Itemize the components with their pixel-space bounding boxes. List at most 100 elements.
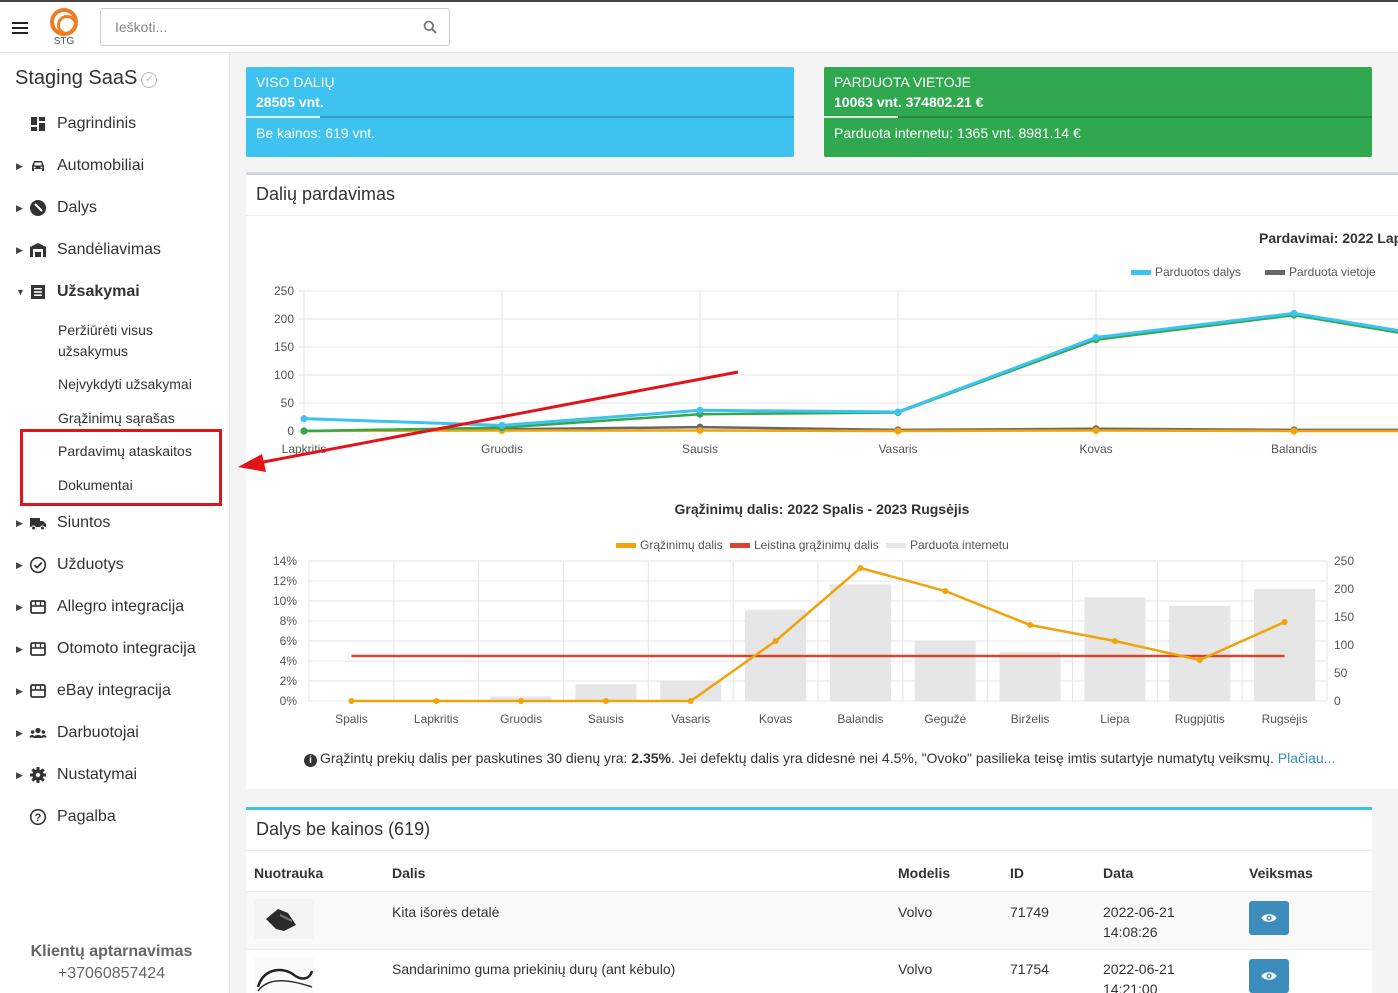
legend-label: Parduota internetu	[910, 538, 1009, 552]
nav-item-otomoto[interactable]: ▶ Otomoto integracija	[0, 634, 229, 666]
data-point	[1196, 657, 1203, 663]
stat-value: 10063 vnt. 374802.21 €	[834, 94, 984, 110]
search-input[interactable]	[101, 9, 401, 45]
highlight-box	[20, 429, 222, 506]
nav-label: Allegro integracija	[57, 598, 185, 615]
sidebar: Staging SaaS ✓ Pagrindinis ▶ Automobiliai…	[0, 53, 230, 993]
column-header: Data	[1103, 865, 1134, 881]
nav-item-siuntos[interactable]: ▶ Siuntos	[0, 508, 229, 540]
nav-item-sandeliavimas[interactable]: ▶ Sandėliavimas	[0, 235, 229, 267]
nav-item-automobiliai[interactable]: ▶ Automobiliai	[0, 151, 229, 183]
nav-label: Darbuotojai	[57, 724, 139, 741]
data-point	[696, 406, 704, 414]
nav-item-nustatymai[interactable]: ▶ Nustatymai	[0, 760, 229, 792]
submenu-item-all-orders[interactable]: Peržiūrėti visus užsakymus	[58, 320, 223, 362]
nav-label: Otomoto integracija	[57, 640, 196, 657]
sales-panel: Dalių pardavimas Pardavimai: 2022 Lapk Pa…	[246, 172, 1398, 789]
nav-item-uzsakymai[interactable]: ▼ Užsakymai	[0, 277, 229, 309]
data-point	[687, 698, 694, 704]
series-line	[303, 311, 1398, 427]
stat-value: 28505 vnt.	[256, 94, 324, 110]
caret-right-icon: ▶	[16, 686, 23, 696]
eye-icon	[1261, 972, 1277, 980]
part-photo[interactable]	[254, 957, 314, 993]
logo[interactable]: STG	[48, 8, 80, 48]
info-icon: i	[304, 754, 317, 767]
y-tick-label: 100	[274, 368, 294, 382]
part-name: Kita išorės detalė	[392, 904, 500, 920]
stat-title: VISO DALIŲ	[256, 74, 335, 90]
nav-item-pagalba[interactable]: ? Pagalba	[0, 802, 229, 834]
brand-title: Staging SaaS ✓	[15, 67, 158, 90]
y-right-tick-label: 100	[1334, 638, 1354, 652]
eye-icon	[1261, 914, 1277, 922]
gear-icon	[30, 767, 46, 783]
nav-label: Siuntos	[57, 514, 111, 531]
y-right-tick-label: 250	[1334, 554, 1354, 568]
y-right-tick-label: 200	[1334, 582, 1354, 596]
caret-right-icon: ▶	[16, 203, 23, 213]
data-point	[894, 408, 902, 416]
y-left-tick-label: 6%	[280, 634, 298, 648]
y-left-tick-label: 14%	[273, 554, 297, 568]
check-circle-icon	[29, 556, 47, 574]
hamburger-menu-icon[interactable]	[12, 20, 28, 36]
part-model: Volvo	[898, 961, 933, 977]
bar	[1254, 589, 1316, 701]
y-tick-label: 0	[287, 424, 294, 438]
data-point	[772, 638, 779, 644]
part-time: 14:08:26	[1103, 924, 1158, 940]
nav-label: eBay integracija	[57, 682, 171, 699]
data-point	[498, 421, 506, 429]
store-icon	[30, 642, 46, 656]
chart-title: Grąžinimų dalis: 2022 Spalis - 2023 Rugs…	[675, 501, 970, 517]
x-tick-label: Gruodis	[481, 442, 523, 456]
returns-note: i Grąžintų prekių dalis per paskutines 30…	[304, 750, 1335, 767]
view-button[interactable]	[1249, 959, 1289, 993]
nav-item-dalys[interactable]: ▶ Dalys	[0, 193, 229, 225]
submenu-item-unfulfilled-orders[interactable]: Neįvykdyti užsakymai	[58, 374, 223, 395]
support-phone[interactable]: +37060857424	[0, 965, 223, 983]
x-tick-label: Gegužė	[924, 712, 966, 726]
bar	[914, 641, 976, 701]
y-left-tick-label: 2%	[280, 674, 298, 688]
users-icon	[29, 727, 47, 738]
x-tick-label: Rugpjūtis	[1175, 712, 1225, 726]
x-tick-label: Kovas	[1079, 442, 1112, 456]
note-prefix: Grąžintų prekių dalis per paskutines 30 …	[320, 750, 632, 766]
legend-label: Parduota vietoje	[1289, 265, 1376, 279]
caret-right-icon: ▶	[16, 728, 23, 738]
x-tick-label: Birželis	[1011, 712, 1050, 726]
table-row: Sandarinimo guma priekinių durų (ant kėb…	[246, 949, 1372, 993]
verified-icon: ✓	[141, 72, 158, 88]
panel-title: Dalių pardavimas	[256, 184, 396, 204]
nav-item-uzduotys[interactable]: ▶ Užduotys	[0, 550, 229, 582]
bar	[1084, 597, 1146, 701]
x-tick-label: Balandis	[837, 712, 883, 726]
view-button[interactable]	[1249, 901, 1289, 935]
note-more-link[interactable]: Plačiau...	[1278, 750, 1336, 766]
x-tick-label: Balandis	[1271, 442, 1317, 456]
note-suffix: . Jei defektų dalis yra didesnė nei 4.5%…	[670, 750, 1278, 766]
series-line	[303, 313, 1398, 433]
legend-label: Leistina grąžinimų dalis	[754, 538, 879, 552]
submenu-item-returns-list[interactable]: Grąžinimų sąrašas	[58, 408, 223, 429]
warehouse-icon	[30, 243, 46, 257]
stat-progress	[246, 116, 794, 118]
nav-item-darbuotojai[interactable]: ▶ Darbuotojai	[0, 718, 229, 750]
stat-sub: Parduota internetu: 1365 vnt. 8981.14 €	[834, 125, 1081, 141]
legend-swatch	[1265, 270, 1285, 275]
parts-without-price-panel: Dalys be kainos (619) Nuotrauka Dalis Mo…	[246, 807, 1372, 993]
note-value: 2.35%	[631, 750, 671, 766]
part-photo[interactable]	[254, 899, 314, 939]
nav-item-ebay[interactable]: ▶ eBay integracija	[0, 676, 229, 708]
nav-item-pagrindinis[interactable]: Pagrindinis	[0, 109, 229, 141]
x-tick-label: Lapkritis	[414, 712, 459, 726]
stat-title: PARDUOTA VIETOJE	[834, 74, 971, 90]
search-icon[interactable]	[423, 20, 437, 34]
x-tick-label: Liepa	[1100, 712, 1130, 726]
nav-item-allegro[interactable]: ▶ Allegro integracija	[0, 592, 229, 624]
y-left-tick-label: 12%	[273, 574, 297, 588]
y-tick-label: 50	[281, 396, 295, 410]
part-name: Sandarinimo guma priekinių durų (ant kėb…	[392, 961, 676, 977]
